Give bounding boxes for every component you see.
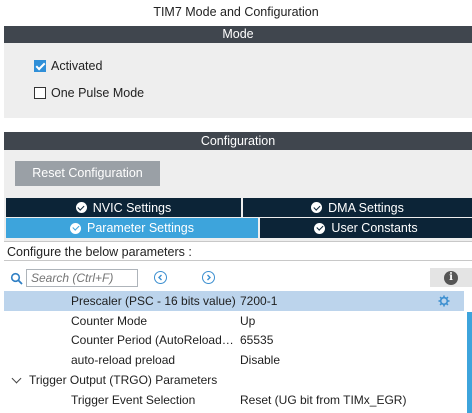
group-trigger-output[interactable]: Trigger Output (TRGO) Parameters: [4, 370, 464, 390]
search-icon: [10, 272, 23, 285]
reset-configuration-button[interactable]: Reset Configuration: [15, 161, 160, 186]
chevron-left-icon: [158, 274, 162, 281]
parameter-row-prescaler[interactable]: Prescaler (PSC - 16 bits value) 7200-1: [4, 291, 464, 311]
next-match-button[interactable]: [202, 271, 215, 284]
gear-icon[interactable]: [438, 295, 450, 307]
tab-label: Parameter Settings: [87, 221, 194, 235]
vertical-scrollbar[interactable]: [467, 312, 472, 413]
configuration-section-header: Configuration: [4, 132, 472, 150]
tab-label: NVIC Settings: [92, 200, 172, 215]
parameter-label: auto-reload preload: [71, 353, 176, 367]
tab-label: User Constants: [331, 221, 418, 235]
one-pulse-mode-label: One Pulse Mode: [51, 86, 145, 100]
tab-dma-settings[interactable]: DMA Settings: [243, 198, 472, 217]
parameter-label: Prescaler (PSC - 16 bits value): [71, 294, 236, 308]
parameter-label: Counter Mode: [71, 314, 148, 328]
parameter-value[interactable]: Disable: [240, 350, 280, 370]
parameter-row-counter-period[interactable]: Counter Period (AutoReload Register - 16…: [4, 330, 464, 350]
search-input[interactable]: [26, 269, 138, 287]
parameter-value[interactable]: 65535: [240, 330, 273, 350]
parameter-value[interactable]: 7200-1: [240, 291, 277, 311]
previous-match-button[interactable]: [154, 271, 167, 284]
check-circle-icon: [314, 222, 326, 234]
chevron-down-icon[interactable]: [11, 373, 22, 384]
parameter-row-counter-mode[interactable]: Counter Mode Up: [4, 311, 464, 331]
parameters-header: Configure the below parameters :: [4, 241, 472, 261]
activated-checkbox[interactable]: Activated: [34, 58, 102, 74]
parameter-row-trigger-event-selection[interactable]: Trigger Event Selection Reset (UG bit fr…: [4, 390, 464, 410]
parameter-value[interactable]: Up: [240, 311, 255, 331]
parameter-value[interactable]: Reset (UG bit from TIMx_EGR): [240, 390, 406, 410]
mode-section-header: Mode: [4, 26, 472, 43]
tab-parameter-settings[interactable]: Parameter Settings: [6, 218, 258, 238]
check-circle-icon: [75, 202, 87, 213]
parameter-row-auto-reload-preload[interactable]: auto-reload preload Disable: [4, 350, 464, 370]
check-circle-icon: [311, 202, 323, 213]
tab-nvic-settings[interactable]: NVIC Settings: [6, 198, 241, 217]
chevron-right-icon: [207, 274, 211, 281]
one-pulse-mode-checkbox[interactable]: One Pulse Mode: [34, 85, 144, 101]
checkbox-checked-icon[interactable]: [34, 60, 46, 72]
checkbox-unchecked-icon[interactable]: [34, 87, 46, 99]
info-button[interactable]: i: [430, 268, 472, 287]
mode-panel: [4, 43, 472, 118]
tab-label: DMA Settings: [328, 200, 404, 215]
tab-user-constants[interactable]: User Constants: [260, 218, 472, 238]
group-label: Trigger Output (TRGO) Parameters: [29, 373, 218, 387]
activated-label: Activated: [51, 59, 103, 73]
info-icon: i: [444, 270, 458, 285]
check-circle-icon: [70, 222, 81, 234]
parameter-label: Trigger Event Selection: [71, 393, 196, 407]
parameter-label: Counter Period (AutoReload Register - 16…: [71, 333, 236, 347]
window-title: TIM7 Mode and Configuration: [153, 5, 319, 19]
